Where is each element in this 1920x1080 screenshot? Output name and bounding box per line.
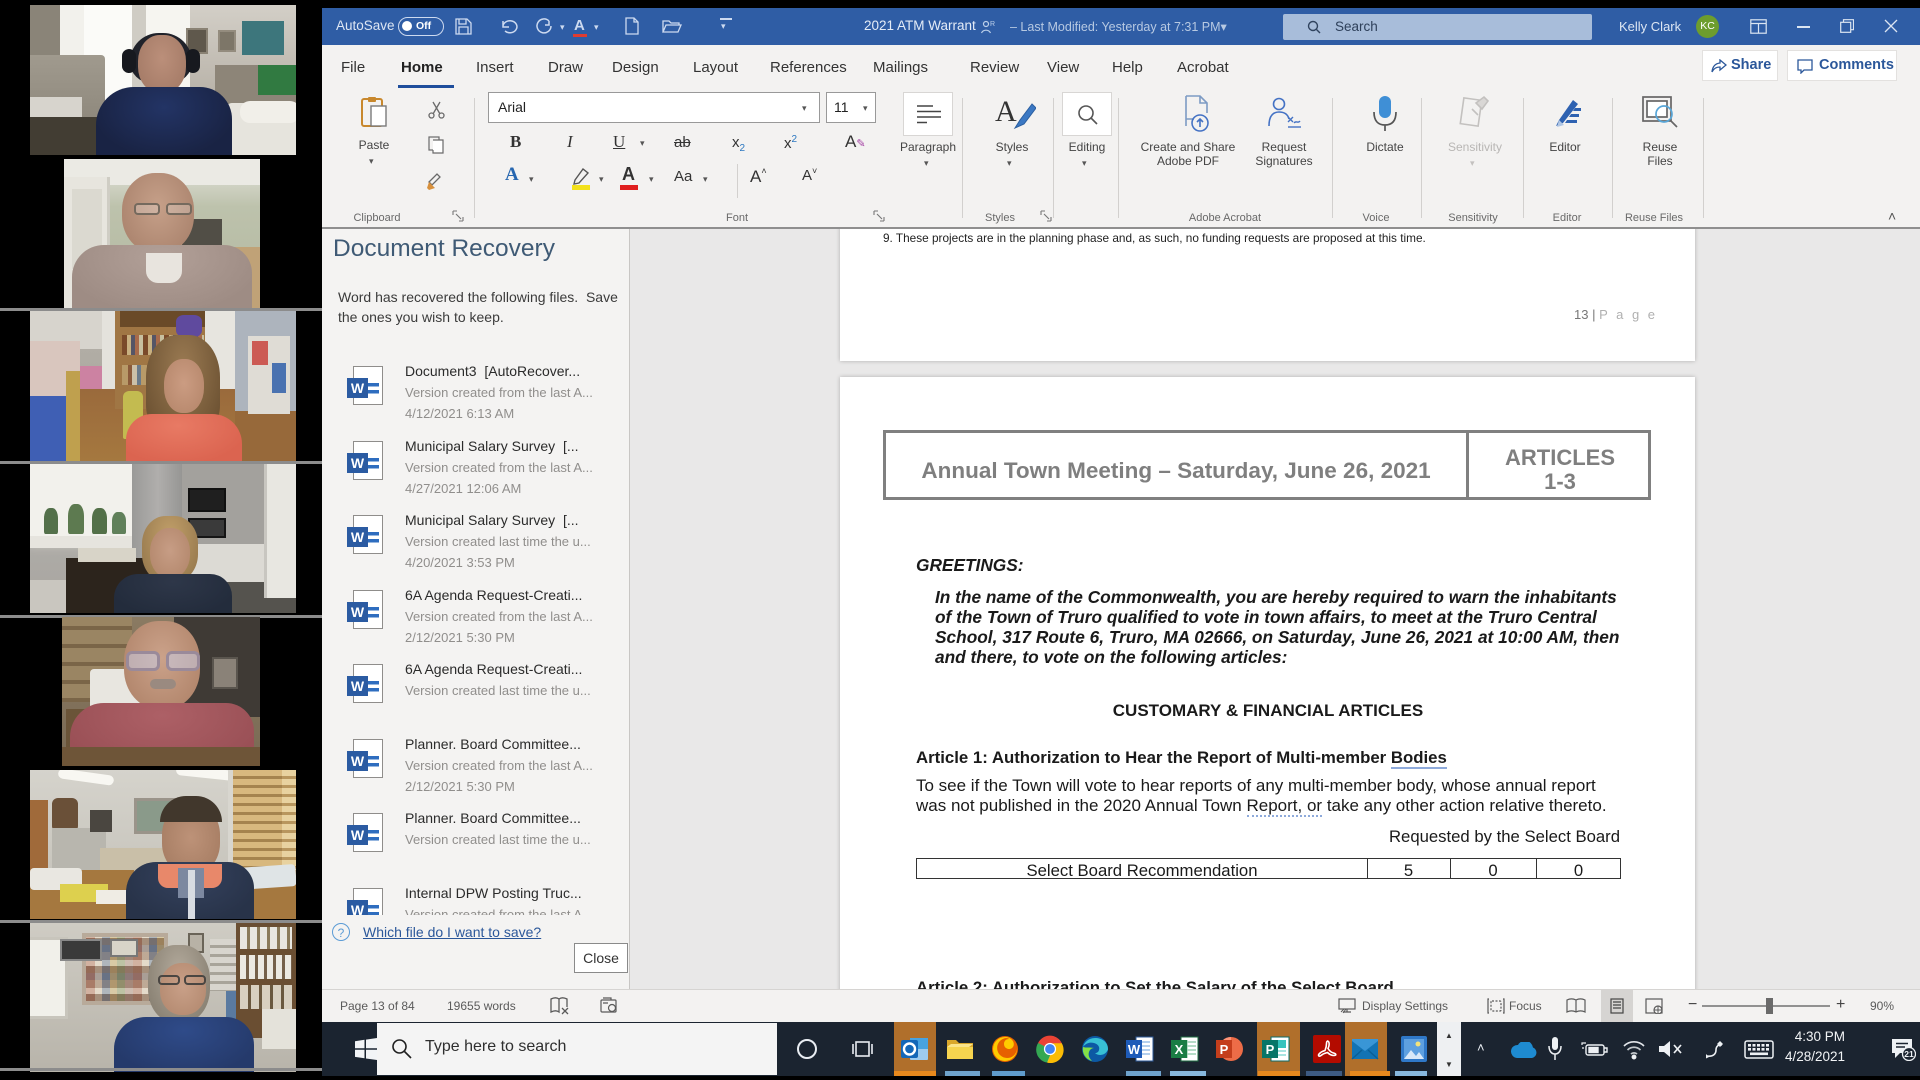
svg-text:X: X: [1175, 1042, 1184, 1057]
svg-text:21: 21: [1904, 1049, 1914, 1059]
svg-text:P: P: [1266, 1042, 1275, 1057]
svg-text:W: W: [1128, 1042, 1141, 1057]
svg-text:P: P: [1220, 1042, 1229, 1057]
svg-text:R: R: [990, 21, 995, 28]
